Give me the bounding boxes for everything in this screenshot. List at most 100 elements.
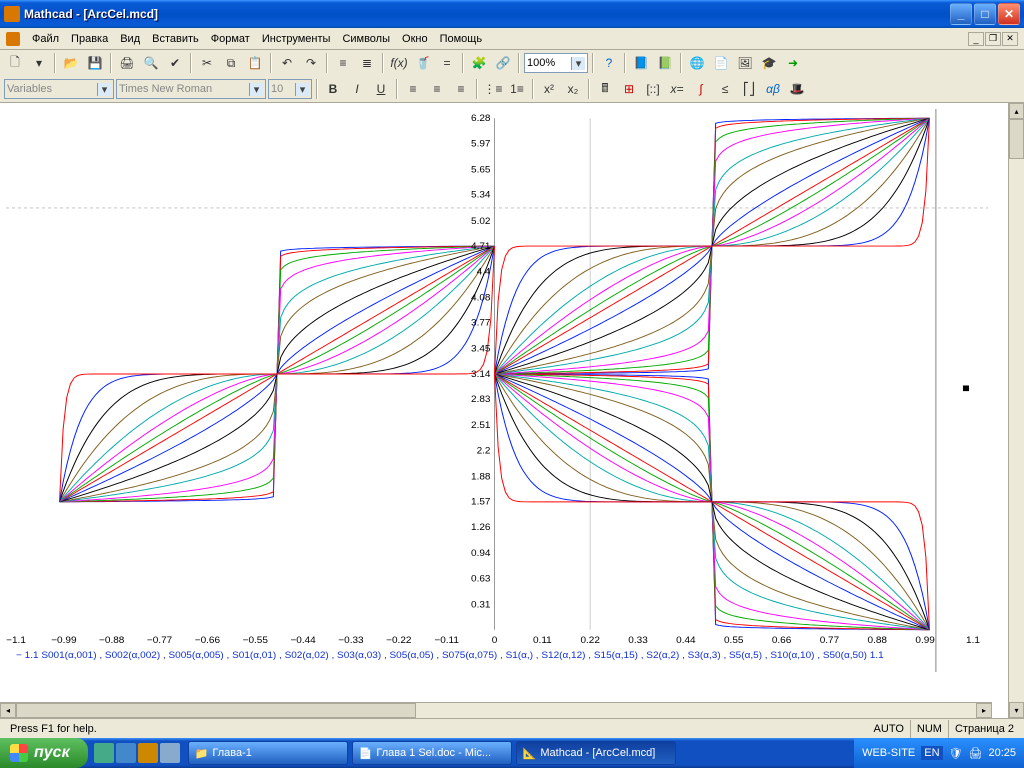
document-area[interactable]: 0.310.630.941.261.571.882.22.512.833.143… (0, 103, 1008, 718)
calculator-icon[interactable]: 🖩 (594, 78, 616, 100)
alignr-button[interactable]: ≡ (450, 78, 472, 100)
sub-button[interactable]: x₂ (562, 78, 584, 100)
graph-icon[interactable]: ⊞ (618, 78, 640, 100)
menu-format[interactable]: Формат (205, 31, 256, 47)
sup-button[interactable]: x² (538, 78, 560, 100)
align2-button[interactable]: ≣ (356, 52, 378, 74)
menu-insert[interactable]: Вставить (146, 31, 205, 47)
mdi-min-button[interactable]: _ (968, 32, 984, 46)
mdi-restore-button[interactable]: ❐ (985, 32, 1001, 46)
system-tray[interactable]: WEB-SITE EN 🛡 🖨 20:25 (854, 738, 1024, 768)
hat-button[interactable]: 🎓 (758, 52, 780, 74)
tray-time: 20:25 (988, 747, 1016, 759)
resource-button[interactable]: 📘 (630, 52, 652, 74)
new-dropdown[interactable]: ▾ (28, 52, 50, 74)
help-button[interactable]: ? (598, 52, 620, 74)
ql-icon[interactable] (138, 743, 158, 763)
resource2-button[interactable]: 📗 (654, 52, 676, 74)
menu-help[interactable]: Помощь (434, 31, 489, 47)
xy-plot[interactable]: 0.310.630.941.261.571.882.22.512.833.143… (6, 109, 988, 672)
scroll-down-button[interactable]: ▾ (1009, 702, 1024, 718)
units-button[interactable]: 🥤 (412, 52, 434, 74)
save-button[interactable]: 💾 (84, 52, 106, 74)
spellcheck-button[interactable]: ✔ (164, 52, 186, 74)
tray-icon[interactable]: 🖨 (969, 747, 983, 760)
font-combo[interactable]: Times New Roman ▾ (116, 79, 266, 99)
mdi-doc-icon[interactable] (6, 32, 20, 46)
open-button[interactable]: 📂 (60, 52, 82, 74)
alignl-button[interactable]: ≡ (402, 78, 424, 100)
print-button[interactable]: 🖨 (116, 52, 138, 74)
cut-button[interactable]: ✂ (196, 52, 218, 74)
redo-button[interactable]: ↷ (300, 52, 322, 74)
greek-icon[interactable]: αβ (762, 78, 784, 100)
bullets-button[interactable]: ⋮≡ (482, 78, 504, 100)
menu-symbols[interactable]: Символы (336, 31, 396, 47)
task-button[interactable]: 📁 Глава-1 (188, 741, 348, 765)
maximize-button[interactable]: □ (974, 3, 996, 25)
ql-icon[interactable] (116, 743, 136, 763)
italic-button[interactable]: I (346, 78, 368, 100)
scroll-up-button[interactable]: ▴ (1009, 103, 1024, 119)
task-button[interactable]: 📄 Глава 1 Sel.doc - Mic... (352, 741, 512, 765)
svg-text:−0.33: −0.33 (338, 635, 363, 646)
underline-button[interactable]: U (370, 78, 392, 100)
size-combo[interactable]: 10 ▾ (268, 79, 312, 99)
preview-button[interactable]: 🔍 (140, 52, 162, 74)
go-button[interactable]: ➜ (782, 52, 804, 74)
fx-button[interactable]: f(x) (388, 52, 410, 74)
menu-view[interactable]: Вид (114, 31, 146, 47)
paste-button[interactable]: 📋 (244, 52, 266, 74)
window-title: Mathcad - [ArcCel.mcd] (24, 7, 950, 21)
tray-icon[interactable]: 🛡 (949, 747, 963, 760)
align-button[interactable]: ≡ (332, 52, 354, 74)
vertical-scrollbar[interactable]: ▴ ▾ (1008, 103, 1024, 718)
menu-file[interactable]: Файл (26, 31, 65, 47)
menu-window[interactable]: Окно (396, 31, 434, 47)
font-value: Times New Roman (119, 83, 212, 95)
eval-icon[interactable]: x= (666, 78, 688, 100)
svg-text:0.99: 0.99 (915, 635, 934, 646)
start-button[interactable]: пуск (0, 738, 88, 768)
calc-button[interactable]: = (436, 52, 458, 74)
svg-text:−0.88: −0.88 (99, 635, 124, 646)
web3-button[interactable]: 🖼 (734, 52, 756, 74)
svg-text:5.34: 5.34 (471, 190, 491, 201)
numbers-button[interactable]: 1≡ (506, 78, 528, 100)
status-auto: AUTO (868, 720, 911, 738)
horizontal-scrollbar[interactable]: ◂ ▸ (0, 702, 992, 718)
scroll-left-button[interactable]: ◂ (0, 703, 16, 718)
boolean-icon[interactable]: ≤ (714, 78, 736, 100)
ql-icon[interactable] (94, 743, 114, 763)
matrix-icon[interactable]: [::] (642, 78, 664, 100)
toolbar-format: Variables ▾ Times New Roman ▾ 10 ▾ B I U… (0, 76, 1024, 102)
symbolic-icon[interactable]: 🎩 (786, 78, 808, 100)
zoom-combo[interactable]: 100% ▾ (524, 53, 588, 73)
tray-lang[interactable]: EN (921, 746, 942, 760)
ql-icon[interactable] (160, 743, 180, 763)
task-button-active[interactable]: 📐 Mathcad - [ArcCel.mcd] (516, 741, 676, 765)
svg-text:6.28: 6.28 (471, 113, 490, 124)
programming-icon[interactable]: ⎡⎦ (738, 78, 760, 100)
hscroll-thumb[interactable] (16, 703, 416, 718)
web2-button[interactable]: 📄 (710, 52, 732, 74)
new-button[interactable]: 🗋 (4, 52, 26, 74)
svg-text:1.57: 1.57 (471, 497, 490, 508)
style-combo[interactable]: Variables ▾ (4, 79, 114, 99)
alignc-button[interactable]: ≡ (426, 78, 448, 100)
mdi-close-button[interactable]: ✕ (1002, 32, 1018, 46)
web-button[interactable]: 🌐 (686, 52, 708, 74)
close-button[interactable]: ✕ (998, 3, 1020, 25)
component-button[interactable]: 🧩 (468, 52, 490, 74)
minimize-button[interactable]: _ (950, 3, 972, 25)
copy-button[interactable]: ⧉ (220, 52, 242, 74)
undo-button[interactable]: ↶ (276, 52, 298, 74)
calculus-icon[interactable]: ∫ (690, 78, 712, 100)
scroll-right-button[interactable]: ▸ (976, 703, 992, 718)
svg-text:5.65: 5.65 (471, 165, 490, 176)
menu-tools[interactable]: Инструменты (256, 31, 337, 47)
link-button[interactable]: 🔗 (492, 52, 514, 74)
bold-button[interactable]: B (322, 78, 344, 100)
vscroll-thumb[interactable] (1009, 119, 1024, 159)
menu-edit[interactable]: Правка (65, 31, 114, 47)
